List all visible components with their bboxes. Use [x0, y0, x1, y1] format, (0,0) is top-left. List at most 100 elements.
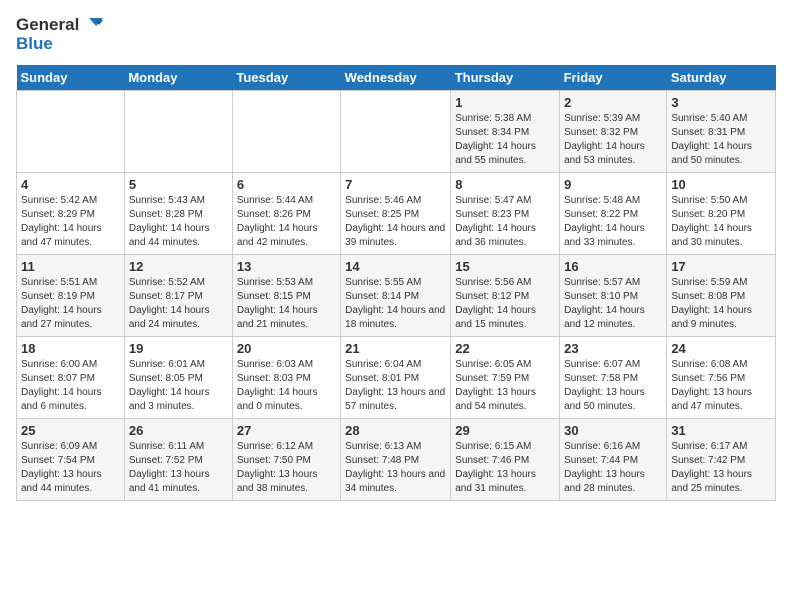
weekday-header-row: Sunday Monday Tuesday Wednesday Thursday…	[17, 65, 776, 91]
day-number: 10	[671, 177, 771, 192]
day-number: 23	[564, 341, 662, 356]
day-number: 17	[671, 259, 771, 274]
day-info: Sunrise: 6:01 AMSunset: 8:05 PMDaylight:…	[129, 358, 228, 414]
day-info: Sunrise: 5:50 AMSunset: 8:20 PMDaylight:…	[671, 194, 771, 250]
day-number: 13	[237, 259, 336, 274]
day-number: 2	[564, 95, 662, 110]
logo-blue: Blue	[16, 35, 53, 54]
day-cell: 24 Sunrise: 6:08 AMSunset: 7:56 PMDayligh…	[667, 337, 776, 419]
day-info: Sunrise: 5:44 AMSunset: 8:26 PMDaylight:…	[237, 194, 336, 250]
header-tuesday: Tuesday	[232, 65, 340, 91]
day-cell: 13Sunrise: 5:53 AMSunset: 8:15 PMDayligh…	[232, 255, 340, 337]
week-row-4: 18 Sunrise: 6:00 AMSunset: 8:07 PMDayligh…	[17, 337, 776, 419]
day-cell: 20 Sunrise: 6:03 AMSunset: 8:03 PMDayligh…	[232, 337, 340, 419]
day-cell: 9 Sunrise: 5:48 AMSunset: 8:22 PMDaylight…	[560, 173, 667, 255]
day-cell: 30 Sunrise: 6:16 AMSunset: 7:44 PMDayligh…	[560, 419, 667, 501]
day-number: 20	[237, 341, 336, 356]
day-cell: 12 Sunrise: 5:52 AMSunset: 8:17 PMDayligh…	[124, 255, 232, 337]
logo-text: General Blue	[16, 16, 103, 53]
day-info: Sunrise: 6:04 AMSunset: 8:01 PMDaylight:…	[345, 358, 446, 414]
header-monday: Monday	[124, 65, 232, 91]
day-number: 6	[237, 177, 336, 192]
day-info: Sunrise: 6:12 AMSunset: 7:50 PMDaylight:…	[237, 440, 336, 496]
day-info: Sunrise: 5:59 AMSunset: 8:08 PMDaylight:…	[671, 276, 771, 332]
day-cell: 4Sunrise: 5:42 AMSunset: 8:29 PMDaylight…	[17, 173, 125, 255]
logo: General Blue	[16, 16, 103, 53]
day-number: 4	[21, 177, 120, 192]
header-friday: Friday	[560, 65, 667, 91]
day-number: 15	[455, 259, 555, 274]
day-info: Sunrise: 6:08 AMSunset: 7:56 PMDaylight:…	[671, 358, 771, 414]
day-cell: 7 Sunrise: 5:46 AMSunset: 8:25 PMDaylight…	[341, 173, 451, 255]
day-number: 25	[21, 423, 120, 438]
day-info: Sunrise: 5:47 AMSunset: 8:23 PMDaylight:…	[455, 194, 555, 250]
day-cell: 26 Sunrise: 6:11 AMSunset: 7:52 PMDayligh…	[124, 419, 232, 501]
day-cell	[17, 91, 125, 173]
day-number: 3	[671, 95, 771, 110]
day-cell: 11Sunrise: 5:51 AMSunset: 8:19 PMDayligh…	[17, 255, 125, 337]
header-thursday: Thursday	[451, 65, 560, 91]
day-number: 9	[564, 177, 662, 192]
day-cell: 2 Sunrise: 5:39 AMSunset: 8:32 PMDaylight…	[560, 91, 667, 173]
day-cell: 6 Sunrise: 5:44 AMSunset: 8:26 PMDaylight…	[232, 173, 340, 255]
day-number: 27	[237, 423, 336, 438]
calendar-table: Sunday Monday Tuesday Wednesday Thursday…	[16, 65, 776, 501]
day-cell: 29 Sunrise: 6:15 AMSunset: 7:46 PMDayligh…	[451, 419, 560, 501]
header: General Blue	[16, 16, 776, 53]
day-info: Sunrise: 6:15 AMSunset: 7:46 PMDaylight:…	[455, 440, 555, 496]
day-number: 22	[455, 341, 555, 356]
day-cell: 23 Sunrise: 6:07 AMSunset: 7:58 PMDayligh…	[560, 337, 667, 419]
day-info: Sunrise: 6:07 AMSunset: 7:58 PMDaylight:…	[564, 358, 662, 414]
day-number: 28	[345, 423, 446, 438]
day-info: Sunrise: 5:39 AMSunset: 8:32 PMDaylight:…	[564, 112, 662, 168]
day-info: Sunrise: 6:05 AMSunset: 7:59 PMDaylight:…	[455, 358, 555, 414]
day-number: 5	[129, 177, 228, 192]
day-number: 18	[21, 341, 120, 356]
day-number: 26	[129, 423, 228, 438]
day-number: 14	[345, 259, 446, 274]
day-info: Sunrise: 5:43 AMSunset: 8:28 PMDaylight:…	[129, 194, 228, 250]
logo-bird-icon	[81, 16, 103, 34]
week-row-3: 11Sunrise: 5:51 AMSunset: 8:19 PMDayligh…	[17, 255, 776, 337]
day-cell: 17 Sunrise: 5:59 AMSunset: 8:08 PMDayligh…	[667, 255, 776, 337]
day-number: 24	[671, 341, 771, 356]
day-cell: 25 Sunrise: 6:09 AMSunset: 7:54 PMDayligh…	[17, 419, 125, 501]
header-wednesday: Wednesday	[341, 65, 451, 91]
day-number: 21	[345, 341, 446, 356]
day-number: 19	[129, 341, 228, 356]
day-info: Sunrise: 5:48 AMSunset: 8:22 PMDaylight:…	[564, 194, 662, 250]
calendar-body: 1Sunrise: 5:38 AMSunset: 8:34 PMDaylight…	[17, 91, 776, 501]
header-sunday: Sunday	[17, 65, 125, 91]
day-cell: 10 Sunrise: 5:50 AMSunset: 8:20 PMDayligh…	[667, 173, 776, 255]
day-info: Sunrise: 6:09 AMSunset: 7:54 PMDaylight:…	[21, 440, 120, 496]
day-cell: 19 Sunrise: 6:01 AMSunset: 8:05 PMDayligh…	[124, 337, 232, 419]
day-info: Sunrise: 6:16 AMSunset: 7:44 PMDaylight:…	[564, 440, 662, 496]
day-cell: 21 Sunrise: 6:04 AMSunset: 8:01 PMDayligh…	[341, 337, 451, 419]
day-cell: 14Sunrise: 5:55 AMSunset: 8:14 PMDayligh…	[341, 255, 451, 337]
day-cell: 28 Sunrise: 6:13 AMSunset: 7:48 PMDayligh…	[341, 419, 451, 501]
day-info: Sunrise: 5:46 AMSunset: 8:25 PMDaylight:…	[345, 194, 446, 250]
day-cell	[124, 91, 232, 173]
day-number: 30	[564, 423, 662, 438]
day-cell: 1Sunrise: 5:38 AMSunset: 8:34 PMDaylight…	[451, 91, 560, 173]
header-saturday: Saturday	[667, 65, 776, 91]
day-cell: 27 Sunrise: 6:12 AMSunset: 7:50 PMDayligh…	[232, 419, 340, 501]
day-info: Sunrise: 6:13 AMSunset: 7:48 PMDaylight:…	[345, 440, 446, 496]
day-info: Sunrise: 5:56 AMSunset: 8:12 PMDaylight:…	[455, 276, 555, 332]
day-info: Sunrise: 6:00 AMSunset: 8:07 PMDaylight:…	[21, 358, 120, 414]
day-info: Sunrise: 5:52 AMSunset: 8:17 PMDaylight:…	[129, 276, 228, 332]
day-info: Sunrise: 5:40 AMSunset: 8:31 PMDaylight:…	[671, 112, 771, 168]
day-number: 8	[455, 177, 555, 192]
day-info: Sunrise: 5:38 AMSunset: 8:34 PMDaylight:…	[455, 112, 555, 168]
day-number: 7	[345, 177, 446, 192]
day-info: Sunrise: 6:11 AMSunset: 7:52 PMDaylight:…	[129, 440, 228, 496]
day-cell	[232, 91, 340, 173]
day-number: 12	[129, 259, 228, 274]
day-info: Sunrise: 6:03 AMSunset: 8:03 PMDaylight:…	[237, 358, 336, 414]
day-number: 31	[671, 423, 771, 438]
day-cell: 16Sunrise: 5:57 AMSunset: 8:10 PMDayligh…	[560, 255, 667, 337]
day-info: Sunrise: 5:57 AMSunset: 8:10 PMDaylight:…	[564, 276, 662, 332]
day-cell: 15 Sunrise: 5:56 AMSunset: 8:12 PMDayligh…	[451, 255, 560, 337]
day-cell: 18 Sunrise: 6:00 AMSunset: 8:07 PMDayligh…	[17, 337, 125, 419]
day-number: 29	[455, 423, 555, 438]
